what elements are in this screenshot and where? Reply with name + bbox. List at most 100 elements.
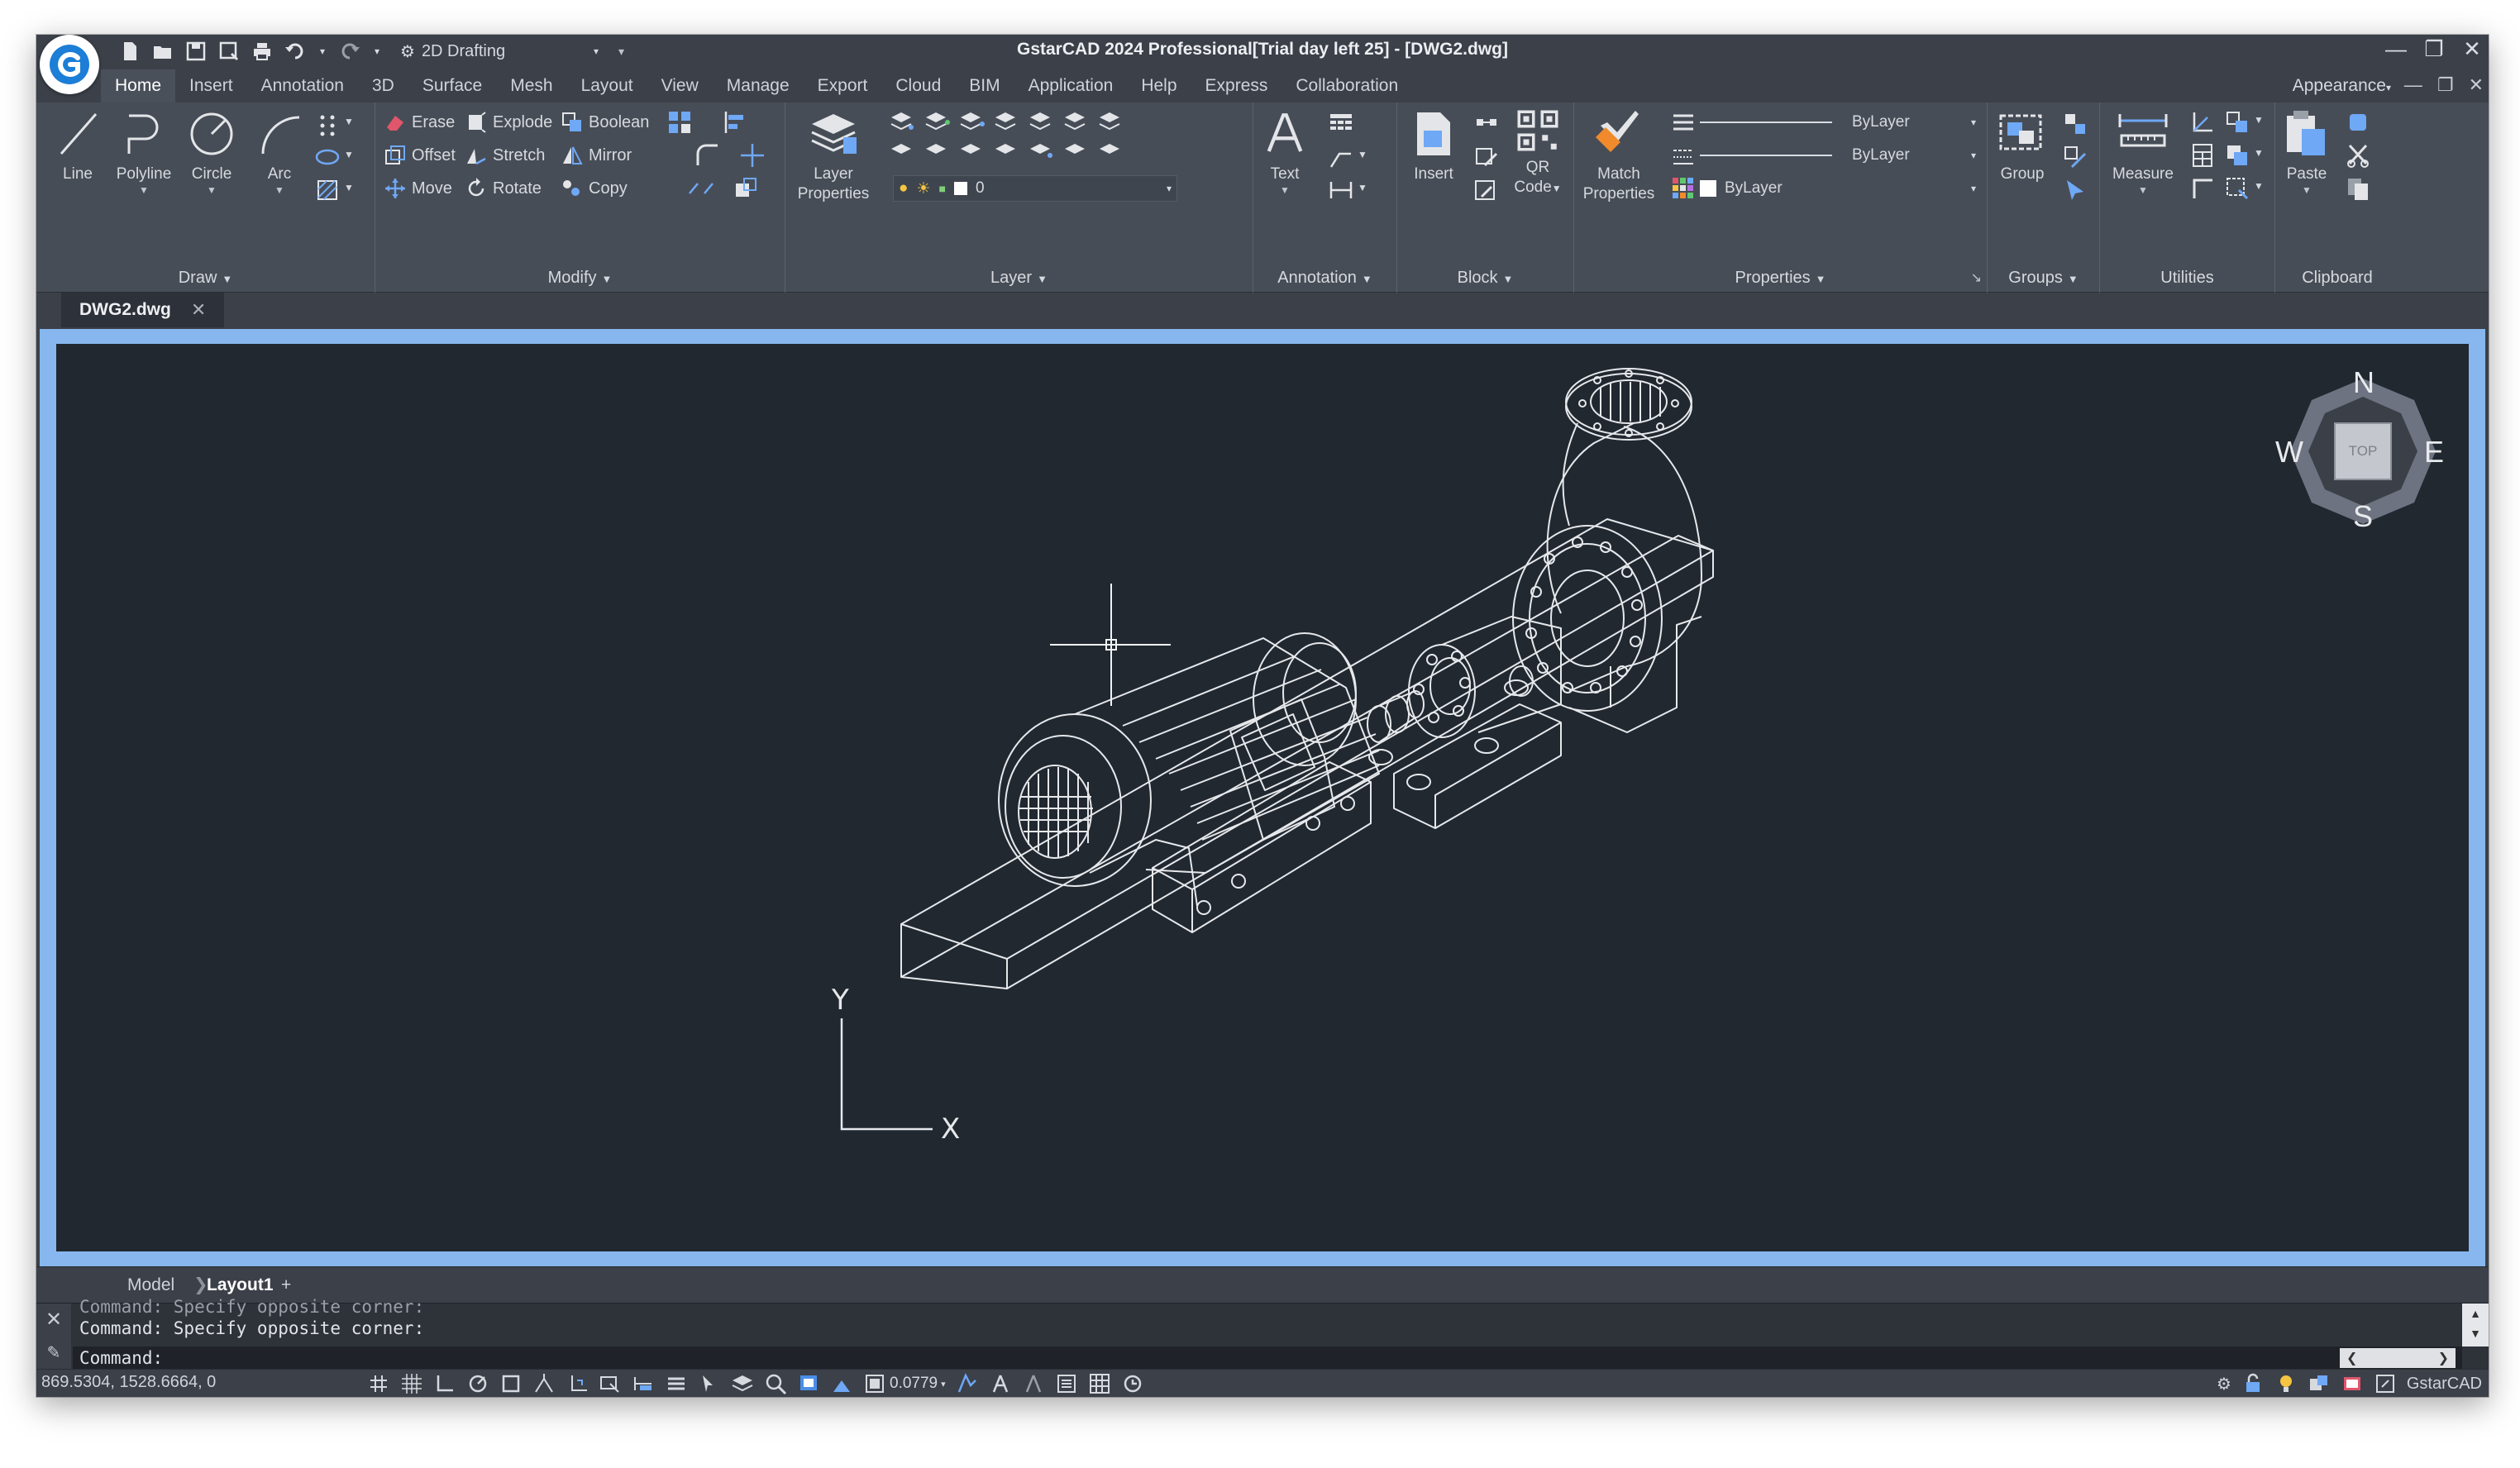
close-tab-icon[interactable]: ✕ — [191, 299, 206, 321]
create-block-icon[interactable] — [1473, 111, 1500, 137]
array-icon[interactable] — [666, 109, 693, 136]
corner-icon[interactable] — [2189, 175, 2216, 202]
quick-select-icon[interactable] — [2224, 109, 2250, 136]
annotation-scale-icon[interactable] — [830, 1372, 853, 1395]
doc-restore-icon[interactable]: ❐ — [2437, 74, 2454, 96]
model-space-icon[interactable] — [797, 1372, 820, 1395]
scroll-up-icon[interactable]: ▲ — [2462, 1304, 2489, 1323]
tab-help[interactable]: Help — [1127, 69, 1191, 102]
tab-express[interactable]: Express — [1191, 69, 1282, 102]
chevron-down-icon[interactable]: ▼ — [1257, 184, 1313, 196]
viewcube-north[interactable]: N — [2353, 365, 2374, 400]
command-input[interactable]: Command: — [73, 1346, 2462, 1370]
polyline-button[interactable]: Polyline ▼ — [111, 107, 177, 196]
group-button[interactable]: Group — [1991, 107, 2054, 184]
copy-pages-icon[interactable] — [2345, 175, 2371, 202]
ortho-icon[interactable] — [433, 1372, 456, 1395]
break-icon[interactable] — [688, 175, 714, 202]
viewcube-east[interactable]: E — [2424, 435, 2444, 469]
panel-draw-title[interactable]: Draw ▼ — [36, 266, 375, 289]
tab-layout1[interactable]: Layout1 — [207, 1270, 274, 1300]
copy-button[interactable]: Copy — [561, 174, 628, 203]
add-layout-button[interactable]: + — [281, 1270, 291, 1300]
table-icon[interactable] — [1328, 111, 1354, 137]
panel-layer-title[interactable]: Layer ▼ — [785, 266, 1253, 289]
point-grid-icon[interactable] — [314, 111, 341, 137]
hardware-acceleration-bulb-icon[interactable] — [2274, 1372, 2298, 1395]
insert-block-button[interactable]: Insert — [1401, 107, 1467, 184]
doc-minimize-icon[interactable]: — — [2404, 74, 2422, 96]
paste-button[interactable]: Paste ▼ — [2275, 107, 2338, 196]
minimize-icon[interactable]: — — [2384, 36, 2408, 62]
tab-layout[interactable]: Layout — [567, 69, 647, 102]
tab-annotation[interactable]: Annotation — [247, 69, 358, 102]
tablet-grid-icon[interactable] — [1088, 1372, 1111, 1395]
polar-tracking-icon[interactable] — [466, 1372, 489, 1395]
viewcube-south[interactable]: S — [2353, 499, 2373, 534]
qr-code-button[interactable]: QR Code▼ — [1508, 107, 1568, 198]
chevron-down-icon[interactable]: ▼ — [2254, 114, 2264, 126]
command-horizontal-scrollbar[interactable]: ❮ ❯ — [2340, 1348, 2456, 1368]
scroll-down-icon[interactable]: ▼ — [2462, 1323, 2489, 1343]
grid-snap-icon[interactable] — [367, 1372, 390, 1395]
cut-icon[interactable] — [2345, 142, 2371, 169]
object-snap-icon[interactable] — [499, 1372, 523, 1395]
panel-block-title[interactable]: Block ▼ — [1397, 266, 1573, 289]
annotation-scale-person-icon[interactable] — [989, 1372, 1012, 1395]
chevron-down-icon[interactable]: ▼ — [1358, 182, 1367, 193]
boolean-button[interactable]: Boolean — [561, 107, 649, 137]
zoom-icon[interactable] — [764, 1372, 787, 1395]
autoscale-icon[interactable] — [956, 1372, 979, 1395]
transparency-icon[interactable] — [665, 1372, 688, 1395]
select-window-icon[interactable] — [2224, 175, 2250, 202]
explode-button[interactable]: Explode — [465, 107, 552, 137]
settings-gear-icon[interactable]: ⚙ — [2217, 1374, 2231, 1394]
stretch-button[interactable]: Stretch — [465, 141, 545, 170]
app-menu-button[interactable] — [40, 35, 99, 94]
erase-button[interactable]: Erase — [384, 107, 455, 137]
trim-icon[interactable] — [739, 142, 766, 169]
restore-icon[interactable]: ❐ — [2422, 36, 2446, 62]
ellipse-icon[interactable] — [314, 144, 341, 170]
grid-display-icon[interactable] — [400, 1372, 423, 1395]
viewcube-top-face[interactable]: TOP — [2335, 443, 2391, 460]
chevron-down-icon[interactable]: ▼ — [1358, 149, 1367, 160]
group-edit-icon[interactable] — [2062, 144, 2088, 170]
clean-screen-icon[interactable] — [1121, 1372, 1144, 1395]
linetype-dropdown[interactable]: ByLayer ▾ — [1700, 142, 1979, 169]
rotate-button[interactable]: Rotate — [465, 174, 542, 203]
tab-3d[interactable]: 3D — [358, 69, 408, 102]
dimension-icon[interactable] — [1328, 177, 1354, 203]
tab-view[interactable]: View — [647, 69, 713, 102]
group-select-icon[interactable] — [2062, 177, 2088, 203]
color-dropdown[interactable]: ByLayer ▾ — [1700, 175, 1979, 202]
close-command-line-icon[interactable]: ✕ — [36, 1304, 71, 1337]
scroll-left-icon[interactable]: ❮ — [2346, 1350, 2357, 1366]
transparency-value-control[interactable]: 0.0779 ▾ — [863, 1372, 946, 1395]
tab-collaboration[interactable]: Collaboration — [1281, 69, 1412, 102]
chevron-down-icon[interactable]: ▼ — [344, 116, 354, 127]
panel-modify-title[interactable]: Modify ▼ — [375, 266, 785, 289]
edit-block-icon[interactable] — [1473, 144, 1500, 170]
isolate-objects-icon[interactable] — [2308, 1372, 2331, 1395]
layer-properties-button[interactable]: Layer Properties — [794, 107, 873, 204]
ungroup-icon[interactable] — [2062, 111, 2088, 137]
chevron-down-icon[interactable]: ▼ — [111, 184, 177, 196]
close-icon[interactable]: ✕ — [2460, 36, 2484, 62]
tab-application[interactable]: Application — [1014, 69, 1128, 102]
panel-launcher-icon[interactable]: ↘ — [1971, 269, 1982, 286]
workspace-lock-icon[interactable] — [2241, 1372, 2265, 1395]
offset-button[interactable]: Offset — [384, 141, 456, 170]
panel-groups-title[interactable]: Groups ▼ — [1988, 266, 2099, 289]
annotation-sync-icon[interactable] — [1022, 1372, 1045, 1395]
tab-model[interactable]: Model — [127, 1270, 174, 1300]
chevron-down-icon[interactable]: ▼ — [2254, 147, 2264, 159]
scale-icon[interactable] — [733, 175, 759, 202]
appearance-menu[interactable]: Appearance▾ — [2293, 69, 2391, 104]
text-button[interactable]: Text ▼ — [1257, 107, 1313, 196]
hatch-icon[interactable] — [314, 177, 341, 203]
chevron-down-icon[interactable]: ▼ — [179, 184, 245, 196]
panel-properties-title[interactable]: Properties ▼ — [1574, 266, 1987, 289]
layer-status-icon[interactable] — [731, 1372, 754, 1395]
tab-bim[interactable]: BIM — [955, 69, 1014, 102]
